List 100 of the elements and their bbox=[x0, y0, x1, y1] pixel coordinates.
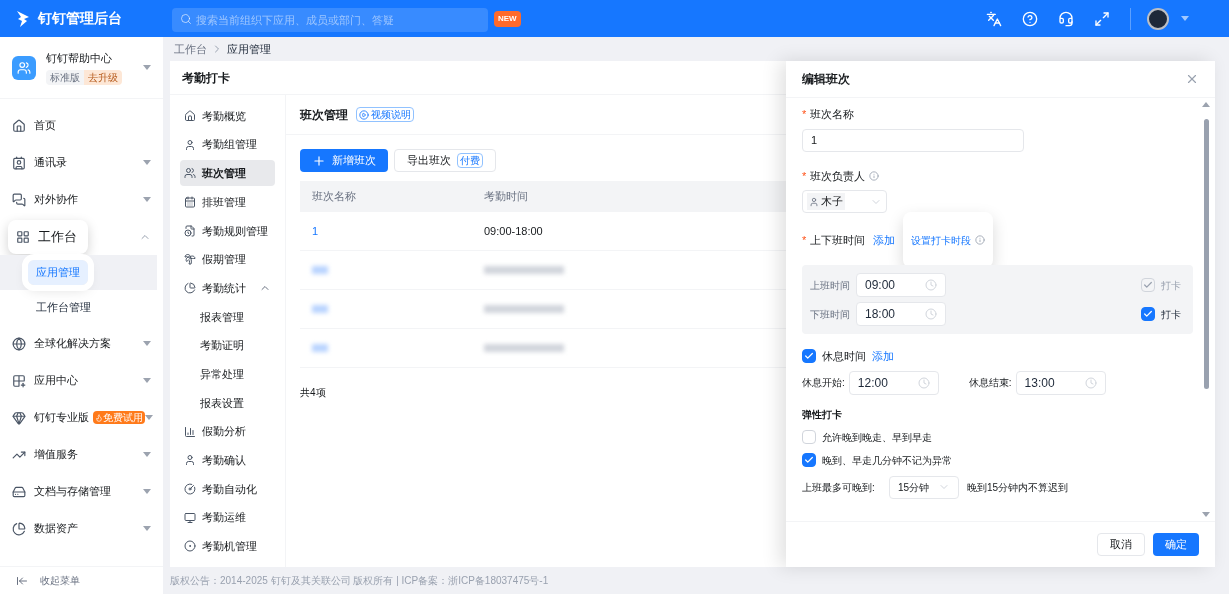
grid-icon bbox=[16, 229, 30, 244]
sidebar-item[interactable]: 数据资产 bbox=[0, 520, 78, 537]
info-icon bbox=[975, 235, 986, 245]
late-select[interactable]: 15分钟 bbox=[889, 475, 959, 499]
submenu-item[interactable]: 排班管理 bbox=[180, 189, 275, 216]
org-logo-icon bbox=[12, 55, 36, 80]
submenu-item[interactable]: 考勤运维 bbox=[180, 504, 275, 531]
table-cell-text: 09:00-18:00 bbox=[483, 223, 543, 239]
required-mark: * bbox=[802, 232, 807, 248]
field-label: 上下班时间 bbox=[810, 232, 866, 248]
caret-icon[interactable] bbox=[1181, 16, 1189, 21]
add-shift-button[interactable]: 新增班次 bbox=[300, 149, 388, 172]
field-label: 上班最多可晚到: bbox=[802, 480, 876, 495]
checkbox-label: 休息时间 bbox=[822, 349, 866, 364]
sidebar-item[interactable]: 应用中心 bbox=[0, 372, 78, 389]
collapse-icon bbox=[16, 574, 28, 587]
column-header: 考勤时间 bbox=[483, 189, 528, 205]
submenu-item[interactable]: 异常处理 bbox=[180, 361, 275, 388]
translate-icon[interactable] bbox=[986, 10, 1002, 27]
required-mark: * bbox=[802, 168, 807, 184]
time-label: 上班时间 bbox=[810, 278, 850, 293]
owner-select[interactable]: 木子 bbox=[802, 190, 887, 213]
pie-icon bbox=[12, 521, 26, 536]
file-clock-icon bbox=[184, 224, 196, 237]
copyright-text: 版权公告：2014-2025 钉钉及其关联公司 版权所有 | ICP备案：浙ICP备18037475号-1 bbox=[170, 574, 549, 588]
confirm-button[interactable]: 确定 bbox=[1153, 533, 1199, 556]
sidebar-item[interactable]: 钉钉专业版 bbox=[0, 409, 89, 426]
submenu-item[interactable]: 考勤机管理 bbox=[180, 533, 275, 560]
globe-icon bbox=[12, 336, 26, 351]
submenu-item[interactable]: 考勤规则管理 bbox=[180, 217, 275, 244]
time-label: 下班时间 bbox=[810, 307, 850, 322]
logo-icon bbox=[16, 9, 30, 28]
time-field[interactable]: 13:00 bbox=[1015, 370, 1106, 395]
sidebar-item[interactable]: 首页 bbox=[0, 117, 56, 134]
fullscreen-icon[interactable] bbox=[1094, 10, 1110, 27]
pie-icon bbox=[184, 282, 196, 295]
submenu-item[interactable]: 考勤组管理 bbox=[180, 131, 275, 158]
submenu-item[interactable]: 工作台管理 bbox=[28, 299, 91, 316]
contact-card-icon bbox=[12, 155, 26, 170]
clock-icon bbox=[925, 308, 937, 320]
checkbox-label: 晚到、早走几分钟不记为异常 bbox=[822, 453, 952, 468]
avatar[interactable] bbox=[1147, 7, 1169, 30]
submenu-item[interactable]: 假期管理 bbox=[180, 246, 275, 273]
set-punch-period-link[interactable]: 设置打卡时段 bbox=[911, 232, 972, 248]
section-title: 班次管理 bbox=[300, 106, 348, 124]
upgrade-link[interactable]: 去升级 bbox=[84, 70, 122, 86]
check-icon bbox=[1143, 280, 1153, 290]
close-icon[interactable] bbox=[1185, 72, 1199, 86]
checkbox[interactable] bbox=[1141, 307, 1155, 321]
sidebar-item[interactable]: 增值服务 bbox=[0, 446, 78, 463]
gem-icon bbox=[12, 410, 26, 425]
search-icon bbox=[180, 12, 192, 25]
edition-tag: 标准版 bbox=[46, 70, 84, 86]
submenu-item[interactable]: 班次管理 bbox=[180, 160, 275, 187]
export-shift-button[interactable]: 导出班次 付费 bbox=[394, 149, 496, 172]
scroll-down-icon[interactable] bbox=[1202, 512, 1210, 517]
time-field[interactable]: 18:00 bbox=[856, 302, 946, 326]
sidebar-item[interactable]: 文档与存储管理 bbox=[0, 483, 111, 500]
scroll-up-icon[interactable] bbox=[1202, 102, 1210, 107]
checkbox[interactable] bbox=[802, 349, 816, 364]
headset-icon[interactable] bbox=[1058, 10, 1074, 27]
sidebar-item[interactable]: 通讯录 bbox=[0, 154, 67, 171]
submenu-item[interactable]: 考勤自动化 bbox=[180, 475, 275, 502]
scroll-thumb[interactable] bbox=[1203, 119, 1209, 389]
time-field[interactable]: 12:00 bbox=[848, 370, 939, 395]
video-guide-link[interactable]: 视频说明 bbox=[356, 107, 414, 122]
cancel-button[interactable]: 取消 bbox=[1097, 533, 1145, 556]
checkbox[interactable] bbox=[802, 453, 816, 467]
submenu-item[interactable]: 报表管理 bbox=[180, 303, 275, 330]
field-label: 休息开始: bbox=[802, 376, 845, 390]
field-label: 班次负责人 bbox=[810, 168, 866, 184]
users-icon bbox=[184, 167, 196, 180]
sidebar-item[interactable]: 对外协作 bbox=[0, 191, 78, 208]
paid-tag: 付费 bbox=[457, 153, 483, 168]
submenu-item[interactable]: 报表设置 bbox=[180, 389, 275, 416]
shift-name-link[interactable]: 1 bbox=[300, 222, 480, 240]
sidebar-item[interactable]: 全球化解决方案 bbox=[0, 335, 111, 352]
check-icon bbox=[804, 351, 814, 362]
user-icon bbox=[809, 196, 819, 207]
sidebar-item[interactable]: 工作台 bbox=[8, 219, 88, 254]
breadcrumb-item[interactable]: 工作台 bbox=[174, 40, 207, 58]
check-icon bbox=[804, 455, 814, 465]
caret-icon bbox=[143, 65, 151, 70]
shift-name-field[interactable]: 1 bbox=[802, 128, 1024, 152]
checkbox-label: 打卡 bbox=[1161, 307, 1181, 322]
add-link[interactable]: 添加 bbox=[873, 231, 896, 249]
chat-icon bbox=[12, 192, 26, 207]
org-name: 钉钉帮助中心 bbox=[46, 50, 113, 66]
help-icon[interactable] bbox=[1022, 10, 1038, 27]
drawer-title: 编辑班次 bbox=[802, 71, 850, 88]
submenu-item[interactable]: 考勤证明 bbox=[180, 332, 275, 359]
submenu-item[interactable]: 假勤分析 bbox=[180, 418, 275, 445]
collapse-menu-button[interactable]: 收起菜单 bbox=[0, 566, 163, 594]
required-mark: * bbox=[802, 107, 807, 122]
submenu-item[interactable]: 考勤确认 bbox=[180, 447, 275, 474]
add-link[interactable]: 添加 bbox=[872, 348, 894, 365]
submenu-item[interactable]: 考勤统计 bbox=[180, 275, 275, 302]
column-header: 班次名称 bbox=[311, 189, 357, 205]
submenu-item[interactable]: 考勤概览 bbox=[180, 103, 275, 129]
new-badge: NEW bbox=[494, 10, 521, 27]
